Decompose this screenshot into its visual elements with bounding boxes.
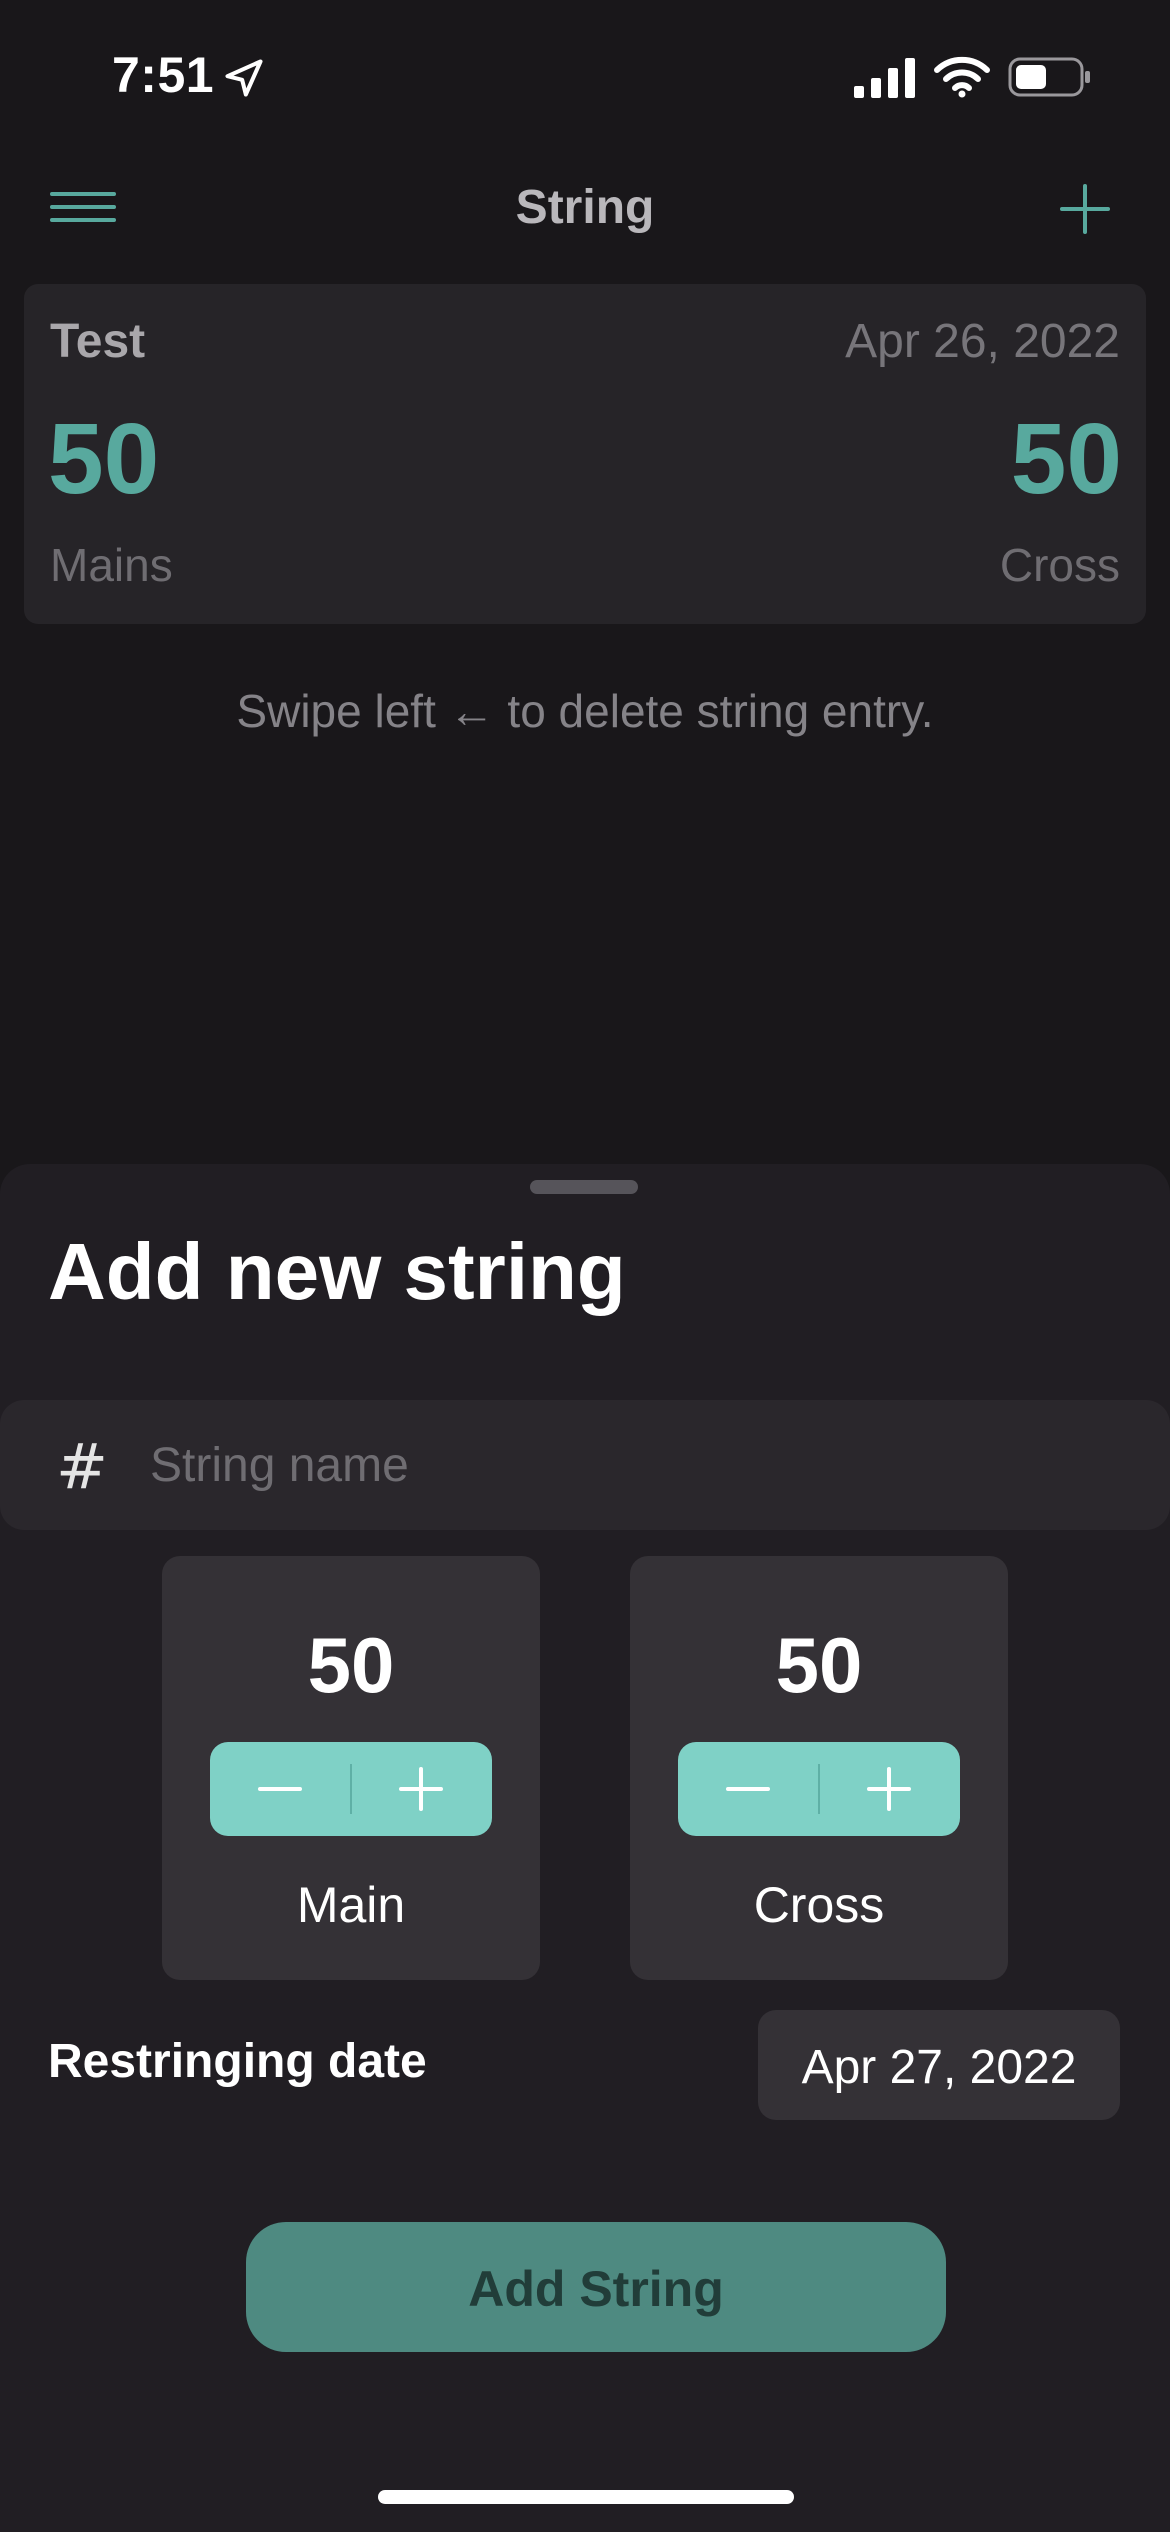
add-string-button-label: Add String <box>468 2261 724 2317</box>
string-name-input[interactable] <box>150 1434 1130 1496</box>
cross-tension-value: 50 <box>1010 403 1122 515</box>
string-entry-name: Test <box>50 315 146 368</box>
swipe-hint: Swipe left ← to delete string entry. <box>236 685 934 737</box>
restringing-date-value: Apr 27, 2022 <box>801 2041 1077 2094</box>
status-time: 7:51 <box>112 47 215 103</box>
hash-icon: # <box>56 1430 108 1503</box>
string-entry-card[interactable]: Test Apr 26, 2022 50 50 Mains Cross <box>24 284 1146 624</box>
battery-icon <box>1008 57 1090 97</box>
mains-tension-value: 50 <box>48 403 160 515</box>
cross-decrement-button[interactable] <box>678 1742 819 1836</box>
main-increment-button[interactable] <box>351 1742 492 1836</box>
cross-increment-button[interactable] <box>819 1742 960 1836</box>
add-string-button[interactable]: Add String <box>246 2222 946 2352</box>
sheet-title: Add new string <box>48 1227 626 1316</box>
cellular-signal-icon <box>854 58 915 98</box>
app-screen: 7:51 String Test Apr 26, 2022 50 50 Main… <box>0 0 1170 2532</box>
string-entry-date: Apr 26, 2022 <box>845 315 1120 368</box>
cross-tension-value: 50 <box>775 1621 863 1709</box>
wifi-icon <box>934 56 990 98</box>
cross-tension-stepper <box>678 1742 960 1836</box>
cross-tension-counter: 50 Cross <box>630 1556 1008 1980</box>
home-indicator[interactable] <box>378 2490 794 2504</box>
mains-label: Mains <box>50 539 173 591</box>
main-tension-value: 50 <box>307 1621 395 1709</box>
cross-counter-label: Cross <box>753 1877 885 1933</box>
restringing-date-picker[interactable]: Apr 27, 2022 <box>758 2010 1120 2120</box>
plus-icon[interactable] <box>1056 180 1114 238</box>
page-title: String <box>515 181 655 234</box>
main-tension-stepper <box>210 1742 492 1836</box>
location-arrow-icon <box>225 59 263 97</box>
main-decrement-button[interactable] <box>210 1742 351 1836</box>
restringing-date-label: Restringing date <box>48 2035 427 2088</box>
cross-label: Cross <box>999 539 1120 591</box>
main-tension-counter: 50 Main <box>162 1556 540 1980</box>
add-string-sheet: Add new string # 50 Main 50 <box>0 1164 1170 2532</box>
sheet-grabber[interactable] <box>530 1180 638 1194</box>
string-name-field[interactable]: # <box>0 1400 1170 1530</box>
main-counter-label: Main <box>296 1877 406 1933</box>
